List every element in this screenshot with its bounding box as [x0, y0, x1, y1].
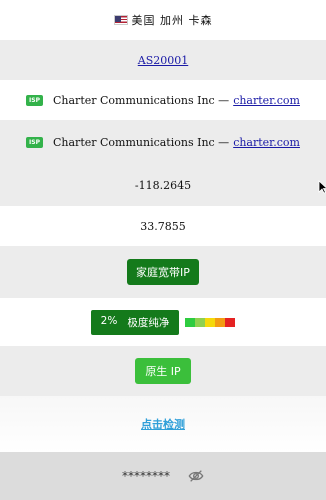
detect-link[interactable]: 点击检测 [141, 416, 185, 432]
purity-scale-segment [195, 317, 206, 327]
ip-type-badge: 家庭宽带IP [127, 259, 199, 285]
purity-label: 极度纯净 [127, 316, 170, 329]
isp-badge: ISP [26, 136, 43, 148]
latitude-row: 33.7855 [0, 206, 326, 246]
purity-badge: 2% 极度纯净 [90, 309, 180, 335]
purity-indicator: 2% 极度纯净 [90, 309, 236, 335]
isp-domain-link[interactable]: charter.com [233, 94, 300, 107]
mouse-cursor-icon [318, 180, 326, 194]
longitude-value: -118.2645 [134, 178, 192, 192]
location-row: 美国 加州 卡森 [0, 0, 326, 40]
purity-scale-segment [205, 317, 216, 327]
detect-row: 点击检测 [0, 396, 326, 452]
isp-row: ISP Charter Communications Inc — charter… [0, 80, 326, 120]
isp-name: Charter Communications Inc — [53, 93, 230, 107]
asn-row: AS20001 [0, 40, 326, 80]
purity-scale-bar [185, 317, 236, 327]
purity-scale-segment [225, 317, 236, 327]
eye-slash-icon[interactable] [188, 469, 204, 483]
us-flag-icon [113, 15, 128, 25]
purity-percent: 2% [100, 314, 118, 327]
ip-type-row: 家庭宽带IP [0, 246, 326, 298]
asn-link[interactable]: AS20001 [138, 54, 188, 67]
isp-badge: ISP [26, 94, 43, 106]
password-row: ******** [0, 452, 326, 500]
isp-name: Charter Communications Inc — [53, 135, 230, 149]
purity-row: 2% 极度纯净 [0, 298, 326, 346]
password-masked: ******** [122, 469, 170, 483]
purity-scale-segment [215, 317, 226, 327]
isp-row-2: ISP Charter Communications Inc — charter… [0, 120, 326, 164]
latitude-value: 33.7855 [140, 219, 186, 233]
purity-scale-segment [185, 317, 196, 327]
native-ip-row: 原生 IP [0, 346, 326, 396]
native-ip-badge: 原生 IP [135, 358, 191, 384]
location-text: 美国 加州 卡森 [131, 14, 213, 27]
isp-domain-link[interactable]: charter.com [233, 136, 300, 149]
longitude-row: -118.2645 [0, 164, 326, 206]
